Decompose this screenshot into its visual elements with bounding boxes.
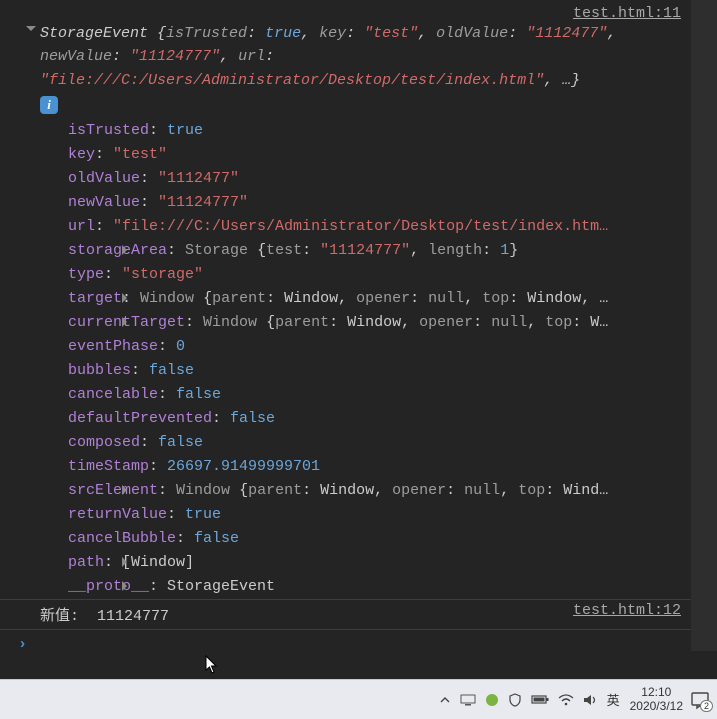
notification-center-icon[interactable]: 2	[689, 689, 711, 711]
source-link-2[interactable]: test.html:12	[573, 602, 681, 619]
wifi-icon[interactable]	[558, 694, 574, 706]
prop-key: key: "test"	[68, 143, 691, 167]
prop-newValue: newValue: "11124777"	[68, 191, 691, 215]
chevron-right-icon[interactable]	[122, 581, 127, 591]
prop-oldValue: oldValue: "1112477"	[68, 167, 691, 191]
chevron-right-icon[interactable]	[122, 485, 127, 495]
log-entry-1: test.html:11	[0, 0, 691, 20]
prop-composed: composed: false	[68, 431, 691, 455]
property-list: isTrusted: true key: "test" oldValue: "1…	[0, 119, 691, 599]
volume-icon[interactable]	[583, 693, 598, 707]
chevron-right-icon[interactable]	[122, 245, 127, 255]
prop-timeStamp: timeStamp: 26697.91499999701	[68, 455, 691, 479]
windows-taskbar[interactable]: 英 12:10 2020/3/12 2	[0, 679, 717, 719]
prop-srcElement[interactable]: srcElement: Window {parent: Window, open…	[68, 479, 691, 503]
tray-overflow-icon[interactable]	[439, 694, 451, 706]
summary-text: StorageEvent {isTrusted: true, key: "tes…	[40, 25, 625, 89]
info-icon[interactable]: i	[40, 96, 58, 114]
prop-defaultPrevented: defaultPrevented: false	[68, 407, 691, 431]
notification-badge: 2	[700, 700, 713, 712]
chevron-right-icon[interactable]	[122, 317, 127, 327]
storage-event-summary[interactable]: StorageEvent {isTrusted: true, key: "tes…	[0, 20, 691, 94]
vertical-scrollbar[interactable]	[691, 0, 717, 651]
console-input[interactable]: ›	[0, 629, 691, 651]
system-tray[interactable]: 英	[435, 690, 624, 709]
prop-isTrusted: isTrusted: true	[68, 119, 691, 143]
prompt-chevron-icon: ›	[18, 636, 27, 651]
prop-proto[interactable]: __proto__: StorageEvent	[68, 575, 691, 599]
prop-target[interactable]: target: Window {parent: Window, opener: …	[68, 287, 691, 311]
log-entry-2: test.html:12 新值: 11124777	[0, 599, 691, 629]
prop-type: type: "storage"	[68, 263, 691, 287]
log-value: 11124777	[97, 608, 169, 625]
prop-bubbles: bubbles: false	[68, 359, 691, 383]
battery-icon[interactable]	[531, 694, 549, 705]
clock-time: 12:10	[630, 686, 683, 700]
prop-storageArea[interactable]: storageArea: Storage {test: "11124777", …	[68, 239, 691, 263]
prop-url: url: "file:///C:/Users/Administrator/Des…	[68, 215, 691, 239]
ime-indicator[interactable]: 英	[607, 690, 620, 709]
prop-cancelable: cancelable: false	[68, 383, 691, 407]
chevron-right-icon[interactable]	[122, 293, 127, 303]
prop-returnValue: returnValue: true	[68, 503, 691, 527]
mouse-cursor-icon	[205, 655, 219, 675]
prop-eventPhase: eventPhase: 0	[68, 335, 691, 359]
chevron-right-icon[interactable]	[122, 557, 127, 567]
log-label: 新值:	[40, 608, 79, 625]
monitor-icon[interactable]	[460, 694, 476, 706]
app-icon[interactable]	[485, 693, 499, 707]
clock-date: 2020/3/12	[630, 700, 683, 714]
chevron-down-icon[interactable]	[26, 26, 36, 31]
prop-currentTarget[interactable]: currentTarget: Window {parent: Window, o…	[68, 311, 691, 335]
prop-path[interactable]: path: [Window]	[68, 551, 691, 575]
taskbar-clock[interactable]: 12:10 2020/3/12	[624, 686, 689, 714]
prop-cancelBubble: cancelBubble: false	[68, 527, 691, 551]
info-row: i	[0, 94, 691, 119]
security-icon[interactable]	[508, 693, 522, 707]
